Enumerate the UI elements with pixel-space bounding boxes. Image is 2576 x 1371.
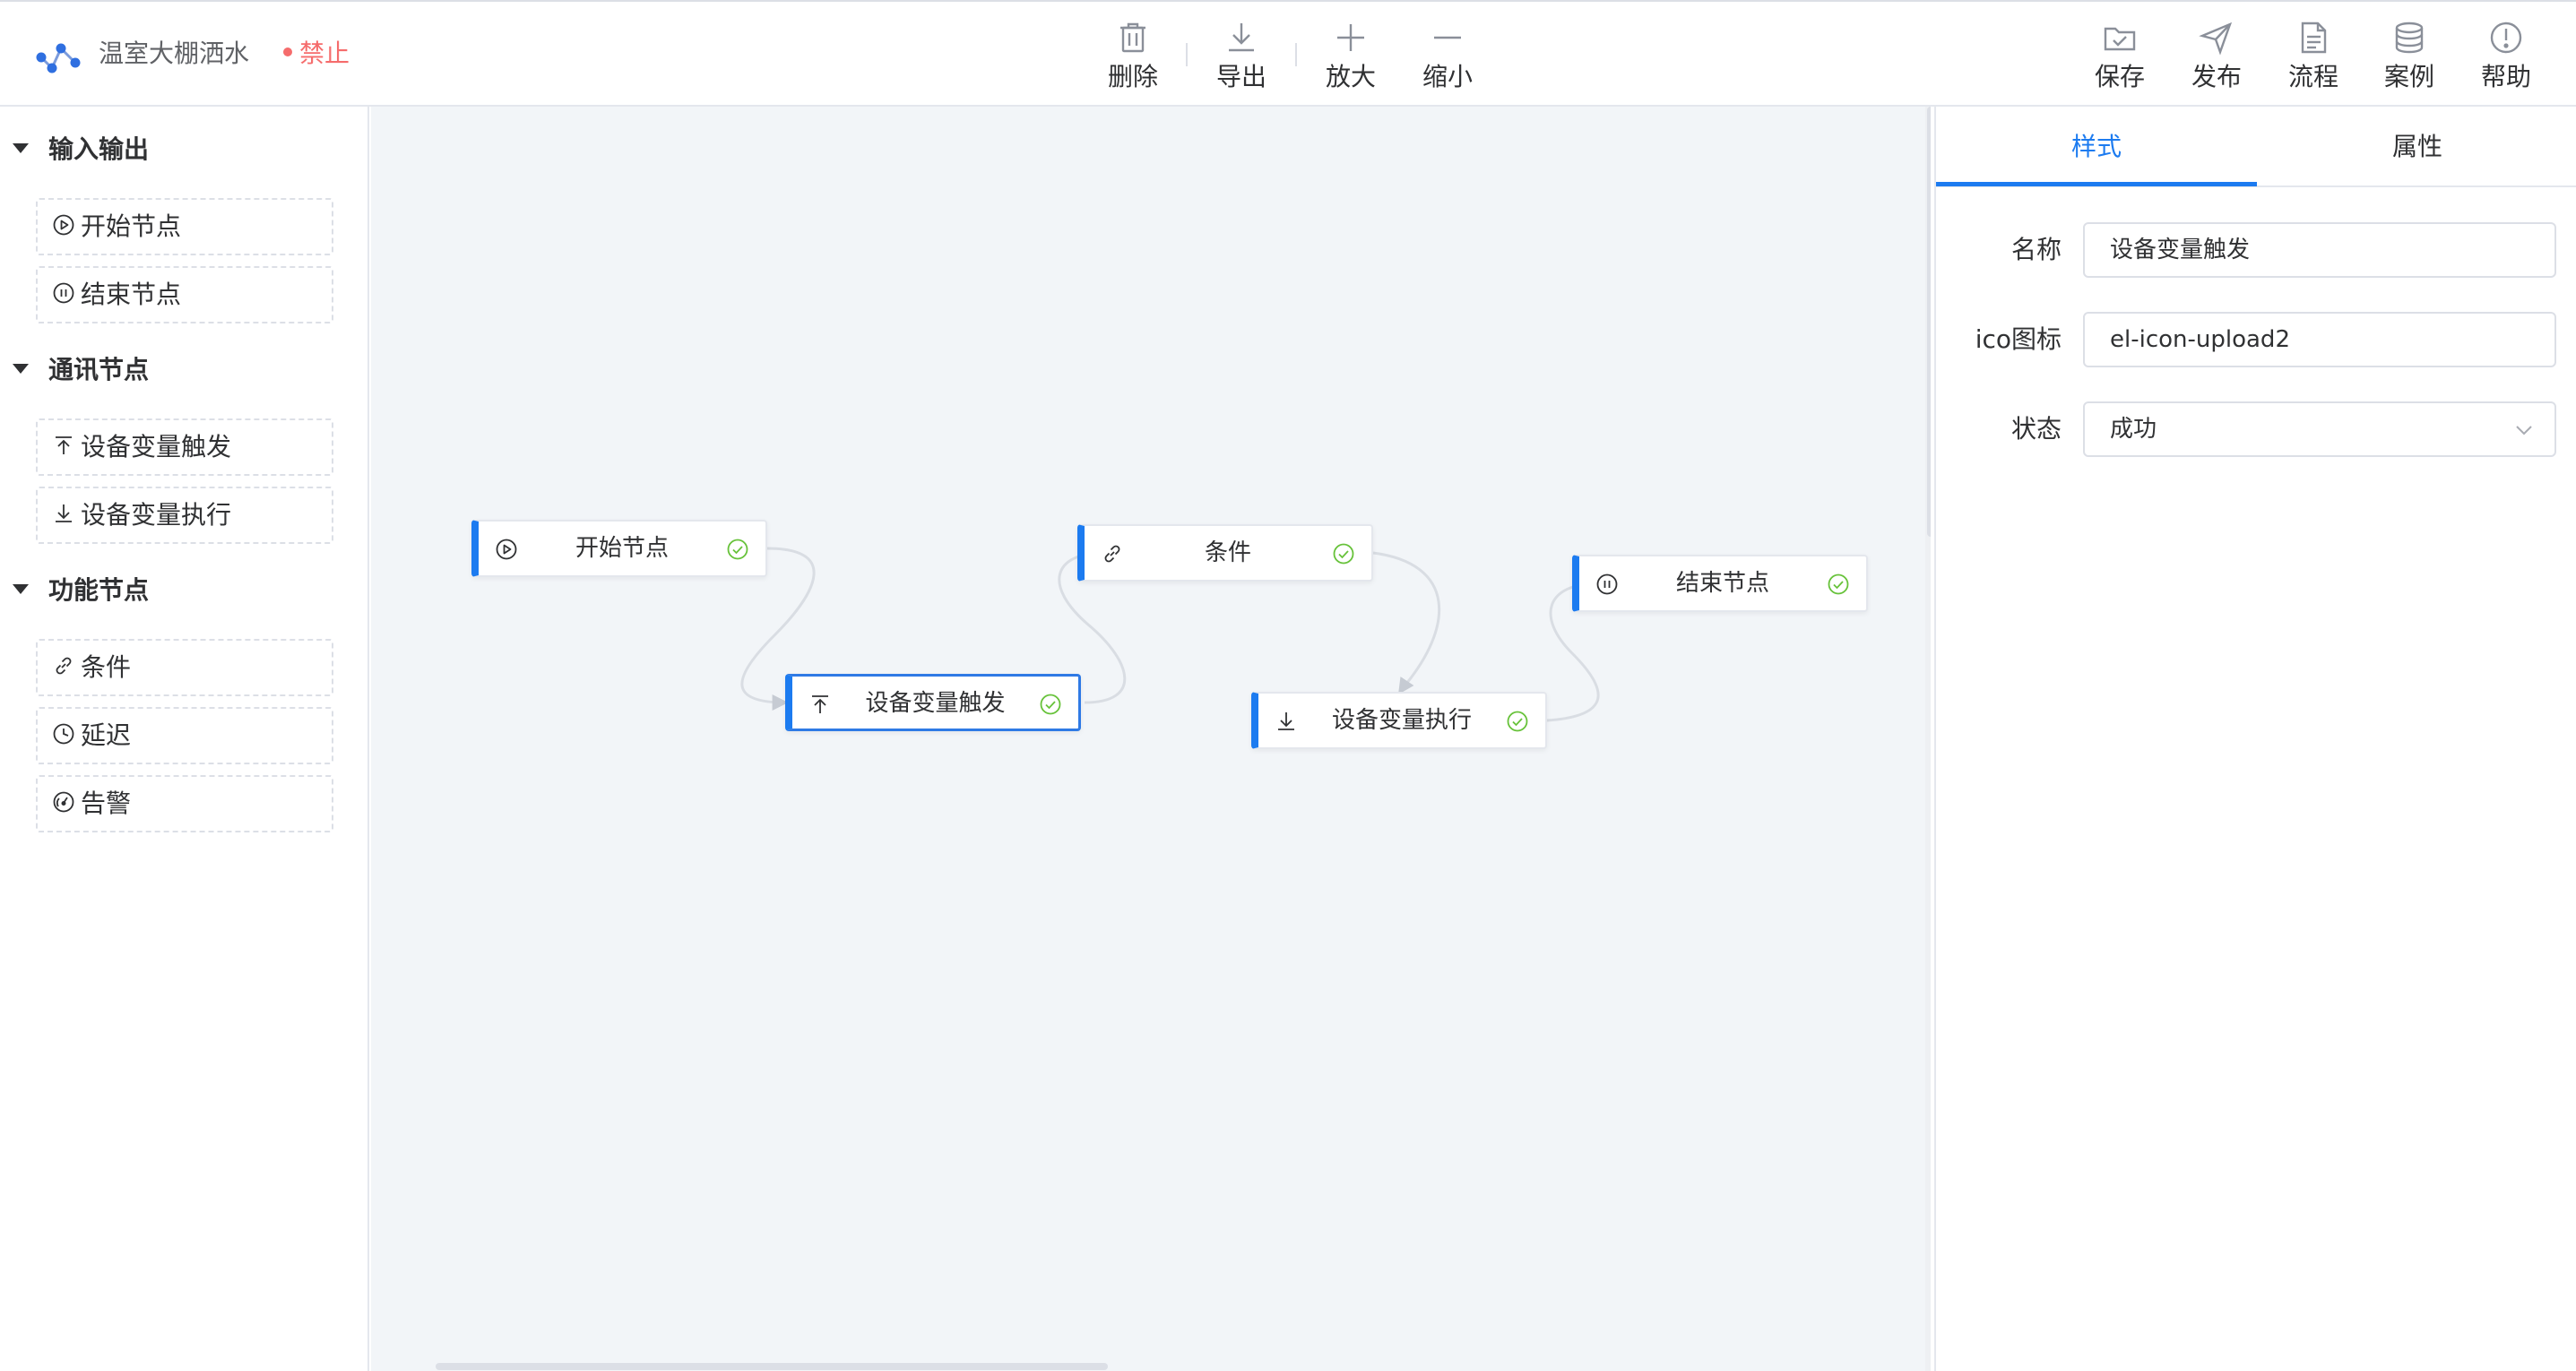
icon-field[interactable]: el-icon-upload2 (2083, 312, 2556, 367)
palette-group-title: 功能节点 (48, 575, 150, 605)
zoom-out-label: 缩小 (1422, 62, 1473, 91)
app-logo-icon (36, 43, 81, 73)
export-label: 导出 (1215, 62, 1266, 91)
play-circle-icon (53, 214, 74, 236)
edge-condition-to-execute[interactable] (1372, 551, 1441, 694)
publish-button[interactable]: 发布 (2176, 20, 2257, 95)
examples-button[interactable]: 案例 (2369, 20, 2450, 95)
flow-node-device-execute[interactable]: 设备变量执行 (1251, 692, 1547, 749)
success-check-icon (1828, 573, 1849, 595)
edge-layer (740, 545, 1603, 722)
folder-check-icon (2104, 27, 2136, 51)
zoom-in-label: 放大 (1325, 62, 1376, 91)
palette-item-label: 设备变量执行 (81, 500, 232, 530)
success-check-icon (1507, 711, 1528, 732)
flow-node-end[interactable]: 结束节点 (1572, 555, 1868, 612)
tab-properties[interactable]: 属性 (2257, 107, 2576, 187)
toolbar-divider (1295, 43, 1297, 66)
success-check-icon (1040, 694, 1061, 715)
state-select[interactable]: 成功 (2083, 401, 2556, 457)
palette-group-io[interactable]: 输入输出 (13, 132, 149, 168)
help-button[interactable]: 帮助 (2466, 20, 2546, 95)
flow-canvas[interactable]: 开始节点 设备变量触发 条件 设备变量执行 结束节点 (371, 107, 1931, 1371)
palette-item-label: 开始节点 (81, 211, 182, 241)
palette-group-comm[interactable]: 通讯节点 (13, 352, 149, 388)
caret-down-icon (13, 142, 29, 153)
palette-item-label: 结束节点 (81, 280, 182, 309)
palette-item-start[interactable]: 开始节点 (36, 198, 333, 255)
save-label: 保存 (2094, 62, 2145, 91)
palette-item-label: 条件 (81, 652, 132, 682)
upload-icon (56, 436, 72, 454)
success-check-icon (1333, 543, 1354, 565)
delete-button[interactable]: 删除 (1093, 20, 1173, 95)
state-field-label: 状态 (2010, 414, 2062, 444)
caret-down-icon (13, 583, 29, 594)
active-tab-indicator (1936, 182, 2257, 186)
tab-style[interactable]: 样式 (1936, 107, 2257, 187)
trash-icon (1120, 22, 1145, 53)
caret-down-icon (13, 363, 29, 374)
node-label: 结束节点 (1675, 570, 1769, 597)
top-toolbar: 温室大棚洒水 禁止 删除 导出 放大 缩小 保存 发布 流程 案例 帮助 (0, 0, 2576, 107)
pause-circle-icon (53, 282, 74, 304)
zoom-in-button[interactable]: 放大 (1310, 20, 1391, 95)
state-select-value: 成功 (2110, 416, 2157, 443)
plus-icon (1337, 24, 1364, 51)
database-icon (2395, 22, 2424, 54)
app-title: 温室大棚洒水 (99, 39, 250, 68)
success-check-icon (727, 539, 748, 560)
flow-button[interactable]: 流程 (2273, 20, 2354, 95)
horizontal-scrollbar[interactable] (436, 1363, 1108, 1370)
warning-circle-icon (2490, 22, 2522, 54)
node-label: 开始节点 (575, 535, 669, 562)
toolbar-divider (1186, 43, 1188, 66)
inspector-tabs: 样式 属性 (1936, 107, 2576, 187)
examples-label: 案例 (2383, 62, 2434, 91)
name-field-label: 名称 (2010, 235, 2062, 264)
minus-icon (1434, 36, 1461, 39)
flow-node-start[interactable]: 开始节点 (471, 520, 767, 577)
node-label: 设备变量触发 (865, 690, 1006, 717)
palette-group-title: 通讯节点 (48, 355, 150, 384)
palette-group-function[interactable]: 功能节点 (13, 573, 149, 608)
palette-item-device-execute[interactable]: 设备变量执行 (36, 487, 333, 544)
status-label: 禁止 (299, 39, 350, 68)
chevron-down-icon (2516, 426, 2532, 435)
send-icon (2199, 22, 2233, 56)
flow-label: 流程 (2287, 62, 2338, 91)
clock-icon (53, 723, 74, 745)
document-icon (2301, 22, 2327, 54)
name-field[interactable]: 设备变量触发 (2083, 222, 2556, 278)
node-label: 条件 (1204, 539, 1251, 566)
download-icon (1229, 23, 1254, 52)
palette-group-title: 输入输出 (48, 134, 150, 164)
node-palette: 输入输出 开始节点 结束节点 通讯节点 设备变量触发 设备变量执行 功能节点 条… (0, 107, 369, 1371)
delete-label: 删除 (1107, 62, 1158, 91)
vertical-scrollbar[interactable] (1927, 107, 1931, 537)
flow-node-condition[interactable]: 条件 (1077, 524, 1373, 582)
help-label: 帮助 (2480, 62, 2531, 91)
palette-item-label: 告警 (81, 789, 132, 818)
inspector-panel: 样式 属性 名称 设备变量触发 ico图标 el-icon-upload2 状态… (1934, 107, 2576, 1371)
palette-item-end[interactable]: 结束节点 (36, 266, 333, 323)
status-badge[interactable]: 禁止 (283, 36, 350, 72)
download-icon (56, 504, 72, 522)
palette-item-label: 延迟 (81, 720, 132, 750)
icon-field-label: ico图标 (1975, 324, 2062, 354)
publish-label: 发布 (2191, 62, 2242, 91)
palette-item-delay[interactable]: 延迟 (36, 707, 333, 764)
palette-item-device-trigger[interactable]: 设备变量触发 (36, 418, 333, 476)
palette-item-label: 设备变量触发 (81, 432, 232, 461)
palette-item-alarm[interactable]: 告警 (36, 775, 333, 832)
palette-item-condition[interactable]: 条件 (36, 639, 333, 696)
link-icon (56, 657, 72, 675)
export-button[interactable]: 导出 (1201, 20, 1282, 95)
zoom-out-button[interactable]: 缩小 (1407, 20, 1488, 95)
gauge-icon (53, 791, 74, 813)
status-dot (283, 47, 292, 56)
flow-node-device-trigger[interactable]: 设备变量触发 (785, 674, 1081, 731)
save-button[interactable]: 保存 (2079, 20, 2160, 95)
node-label: 设备变量执行 (1331, 707, 1472, 734)
